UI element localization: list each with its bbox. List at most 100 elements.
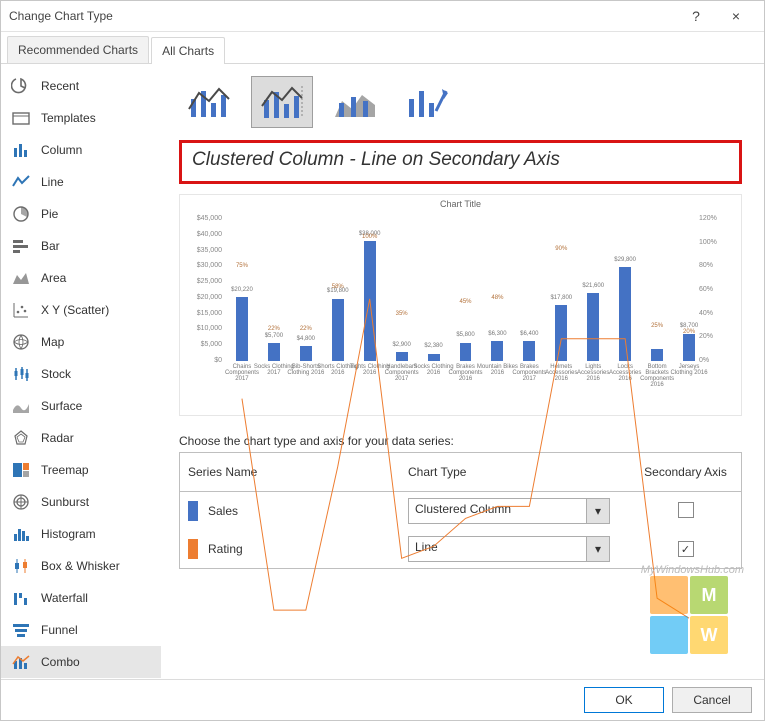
funnel-icon xyxy=(11,620,31,640)
subtype-clustered-column-line-secondary[interactable] xyxy=(251,76,313,128)
category-pie[interactable]: Pie xyxy=(1,198,161,230)
subtype-stacked-area-column[interactable] xyxy=(325,76,385,126)
category-label: Column xyxy=(41,143,82,157)
y1-axis-tick: $30,000 xyxy=(182,262,222,269)
close-button[interactable]: × xyxy=(716,1,756,31)
templates-icon xyxy=(11,108,31,128)
combo-subtype-row xyxy=(179,70,752,138)
cancel-button[interactable]: Cancel xyxy=(672,687,752,713)
category-treemap[interactable]: Treemap xyxy=(1,454,161,486)
y2-axis-tick: 20% xyxy=(699,333,739,340)
y1-axis-tick: $20,000 xyxy=(182,294,222,301)
recent-icon xyxy=(11,76,31,96)
y1-axis-tick: $5,000 xyxy=(182,341,222,348)
dialog-footer: OK Cancel xyxy=(1,679,764,720)
category-label: Stock xyxy=(41,367,71,381)
dialog-tabs: Recommended Charts All Charts xyxy=(1,32,764,64)
category-templates[interactable]: Templates xyxy=(1,102,161,134)
scatter-icon xyxy=(11,300,31,320)
y1-axis-tick: $10,000 xyxy=(182,325,222,332)
category-label: Combo xyxy=(41,655,80,669)
category-sunburst[interactable]: Sunburst xyxy=(1,486,161,518)
dialog-body: Recent Templates Column Line Pie Bar Are… xyxy=(1,64,764,681)
category-surface[interactable]: Surface xyxy=(1,390,161,422)
category-label: Radar xyxy=(41,431,74,445)
sunburst-icon xyxy=(11,492,31,512)
ok-button[interactable]: OK xyxy=(584,687,664,713)
category-funnel[interactable]: Funnel xyxy=(1,614,161,646)
series-swatch xyxy=(188,501,198,521)
category-histogram[interactable]: Histogram xyxy=(1,518,161,550)
y1-axis-tick: $25,000 xyxy=(182,278,222,285)
category-stock[interactable]: Stock xyxy=(1,358,161,390)
tab-all-charts[interactable]: All Charts xyxy=(151,37,225,64)
column-icon xyxy=(11,140,31,160)
category-label: Map xyxy=(41,335,64,349)
map-icon xyxy=(11,332,31,352)
y1-axis-tick: $35,000 xyxy=(182,247,222,254)
category-label: Histogram xyxy=(41,527,96,541)
category-bar[interactable]: Bar xyxy=(1,230,161,262)
series-swatch xyxy=(188,539,198,559)
help-button[interactable]: ? xyxy=(676,1,716,31)
y1-axis-tick: $40,000 xyxy=(182,231,222,238)
chart-preview[interactable]: Chart Title $20,220Chains Components 201… xyxy=(179,194,742,416)
bar-icon xyxy=(11,236,31,256)
category-label: Pie xyxy=(41,207,58,221)
category-box-whisker[interactable]: Box & Whisker xyxy=(1,550,161,582)
category-area[interactable]: Area xyxy=(1,262,161,294)
dialog-title: Change Chart Type xyxy=(9,9,676,23)
subtype-clustered-column-line[interactable] xyxy=(179,76,239,126)
surface-icon xyxy=(11,396,31,416)
category-recent[interactable]: Recent xyxy=(1,70,161,102)
y2-axis-tick: 40% xyxy=(699,310,739,317)
category-label: Sunburst xyxy=(41,495,89,509)
preview-line-series xyxy=(226,219,705,698)
category-label: Funnel xyxy=(41,623,78,637)
radar-icon xyxy=(11,428,31,448)
category-label: Box & Whisker xyxy=(41,559,120,573)
chart-preview-title: Chart Title xyxy=(180,199,741,209)
change-chart-type-dialog: { "titlebar": { "title": "Change Chart T… xyxy=(0,0,765,721)
category-label: Waterfall xyxy=(41,591,88,605)
category-label: Recent xyxy=(41,79,79,93)
category-waterfall[interactable]: Waterfall xyxy=(1,582,161,614)
subtype-heading: Clustered Column - Line on Secondary Axi… xyxy=(192,149,729,171)
category-line[interactable]: Line xyxy=(1,166,161,198)
category-label: X Y (Scatter) xyxy=(41,303,109,317)
y2-axis-tick: 60% xyxy=(699,286,739,293)
y2-axis-tick: 0% xyxy=(699,357,739,364)
combo-icon xyxy=(11,652,31,672)
histogram-icon xyxy=(11,524,31,544)
category-combo[interactable]: Combo xyxy=(1,646,161,678)
line-icon xyxy=(11,172,31,192)
stock-icon xyxy=(11,364,31,384)
category-column[interactable]: Column xyxy=(1,134,161,166)
y1-axis-tick: $45,000 xyxy=(182,215,222,222)
category-scatter[interactable]: X Y (Scatter) xyxy=(1,294,161,326)
y1-axis-tick: $15,000 xyxy=(182,310,222,317)
y1-axis-tick: $0 xyxy=(182,357,222,364)
category-label: Treemap xyxy=(41,463,89,477)
chart-category-list: Recent Templates Column Line Pie Bar Are… xyxy=(1,64,161,681)
category-label: Area xyxy=(41,271,66,285)
y2-axis-tick: 80% xyxy=(699,262,739,269)
area-icon xyxy=(11,268,31,288)
subtype-custom-combo[interactable] xyxy=(397,76,457,126)
y2-axis-tick: 100% xyxy=(699,239,739,246)
category-label: Bar xyxy=(41,239,60,253)
tab-recommended-charts[interactable]: Recommended Charts xyxy=(7,36,149,63)
box-whisker-icon xyxy=(11,556,31,576)
subtype-heading-frame: Clustered Column - Line on Secondary Axi… xyxy=(179,140,742,184)
y2-axis-tick: 120% xyxy=(699,215,739,222)
category-map[interactable]: Map xyxy=(1,326,161,358)
treemap-icon xyxy=(11,460,31,480)
category-label: Surface xyxy=(41,399,82,413)
titlebar: Change Chart Type ? × xyxy=(1,1,764,32)
pie-icon xyxy=(11,204,31,224)
category-radar[interactable]: Radar xyxy=(1,422,161,454)
category-label: Line xyxy=(41,175,64,189)
waterfall-icon xyxy=(11,588,31,608)
chart-details-pane: Clustered Column - Line on Secondary Axi… xyxy=(161,64,764,681)
category-label: Templates xyxy=(41,111,96,125)
